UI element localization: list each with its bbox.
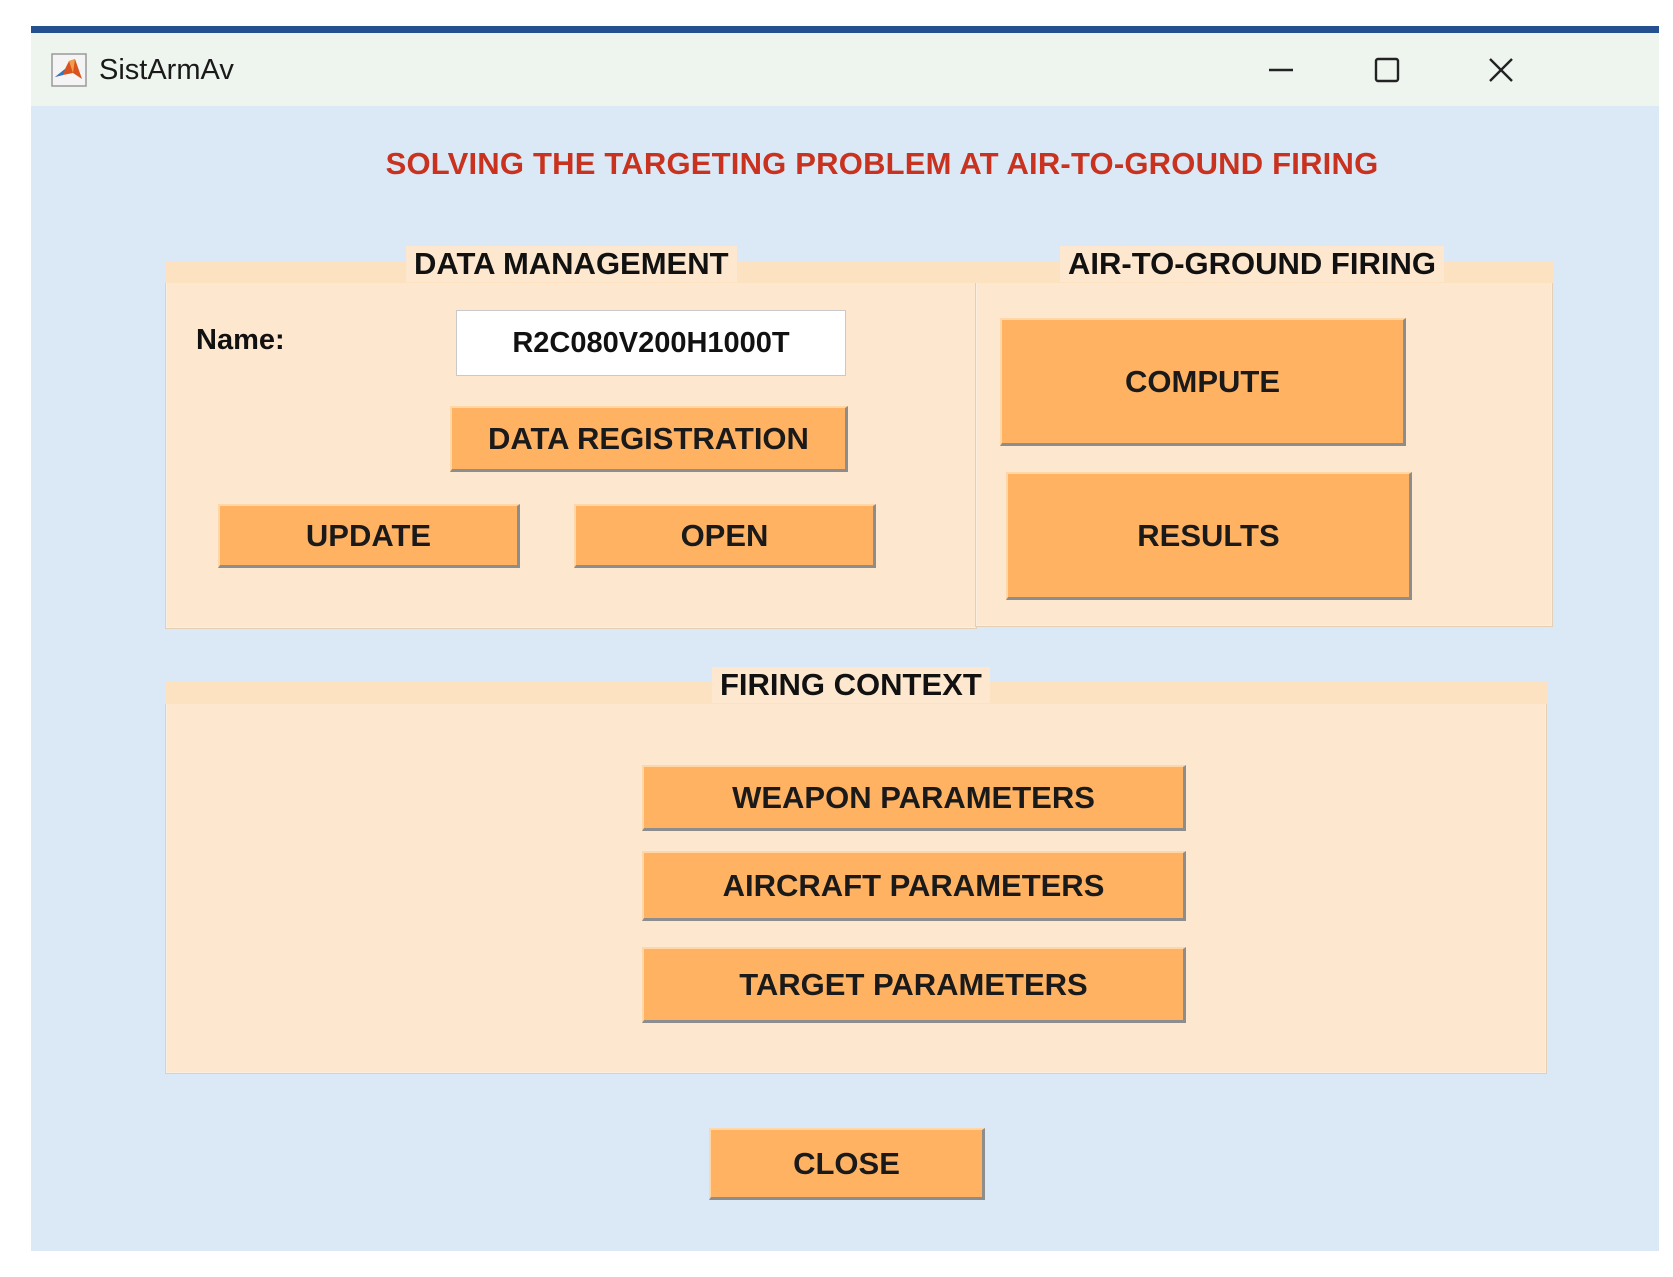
close-icon [1489, 58, 1513, 82]
compute-button[interactable]: COMPUTE [1000, 318, 1406, 446]
firing-context-title: FIRING CONTEXT [712, 667, 990, 703]
window-border-accent [1171, 26, 1659, 33]
air-to-ground-panel: AIR-TO-GROUND FIRING COMPUTE RESULTS [975, 246, 1553, 627]
data-management-panel: DATA MANAGEMENT Name: DATA REGISTRATION … [165, 246, 977, 629]
page-heading: SOLVING THE TARGETING PROBLEM AT AIR-TO-… [385, 146, 1379, 181]
open-button[interactable]: OPEN [574, 504, 876, 568]
title-bar[interactable]: SistArmAv [31, 33, 1659, 106]
window-close-button[interactable] [1471, 47, 1531, 93]
name-input[interactable] [456, 310, 846, 376]
maximize-button[interactable] [1357, 47, 1417, 93]
window-title: SistArmAv [99, 54, 234, 86]
maximize-icon [1374, 57, 1400, 83]
update-button[interactable]: UPDATE [218, 504, 520, 568]
matlab-logo-icon [51, 53, 87, 87]
target-parameters-button[interactable]: TARGET PARAMETERS [642, 947, 1186, 1023]
minimize-button[interactable] [1251, 47, 1311, 93]
minimize-icon [1269, 68, 1293, 72]
weapon-parameters-button[interactable]: WEAPON PARAMETERS [642, 765, 1186, 831]
app-window: SistArmAv SOLVING THE TARGETING PROBLEM … [31, 26, 1659, 1251]
data-registration-button[interactable]: DATA REGISTRATION [450, 406, 848, 472]
air-to-ground-title: AIR-TO-GROUND FIRING [1060, 246, 1444, 282]
results-button[interactable]: RESULTS [1006, 472, 1412, 600]
firing-context-panel: FIRING CONTEXT WEAPON PARAMETERS AIRCRAF… [165, 667, 1547, 1074]
aircraft-parameters-button[interactable]: AIRCRAFT PARAMETERS [642, 851, 1186, 921]
data-management-title: DATA MANAGEMENT [406, 246, 737, 282]
name-label: Name: [196, 324, 285, 356]
close-button[interactable]: CLOSE [709, 1128, 985, 1200]
